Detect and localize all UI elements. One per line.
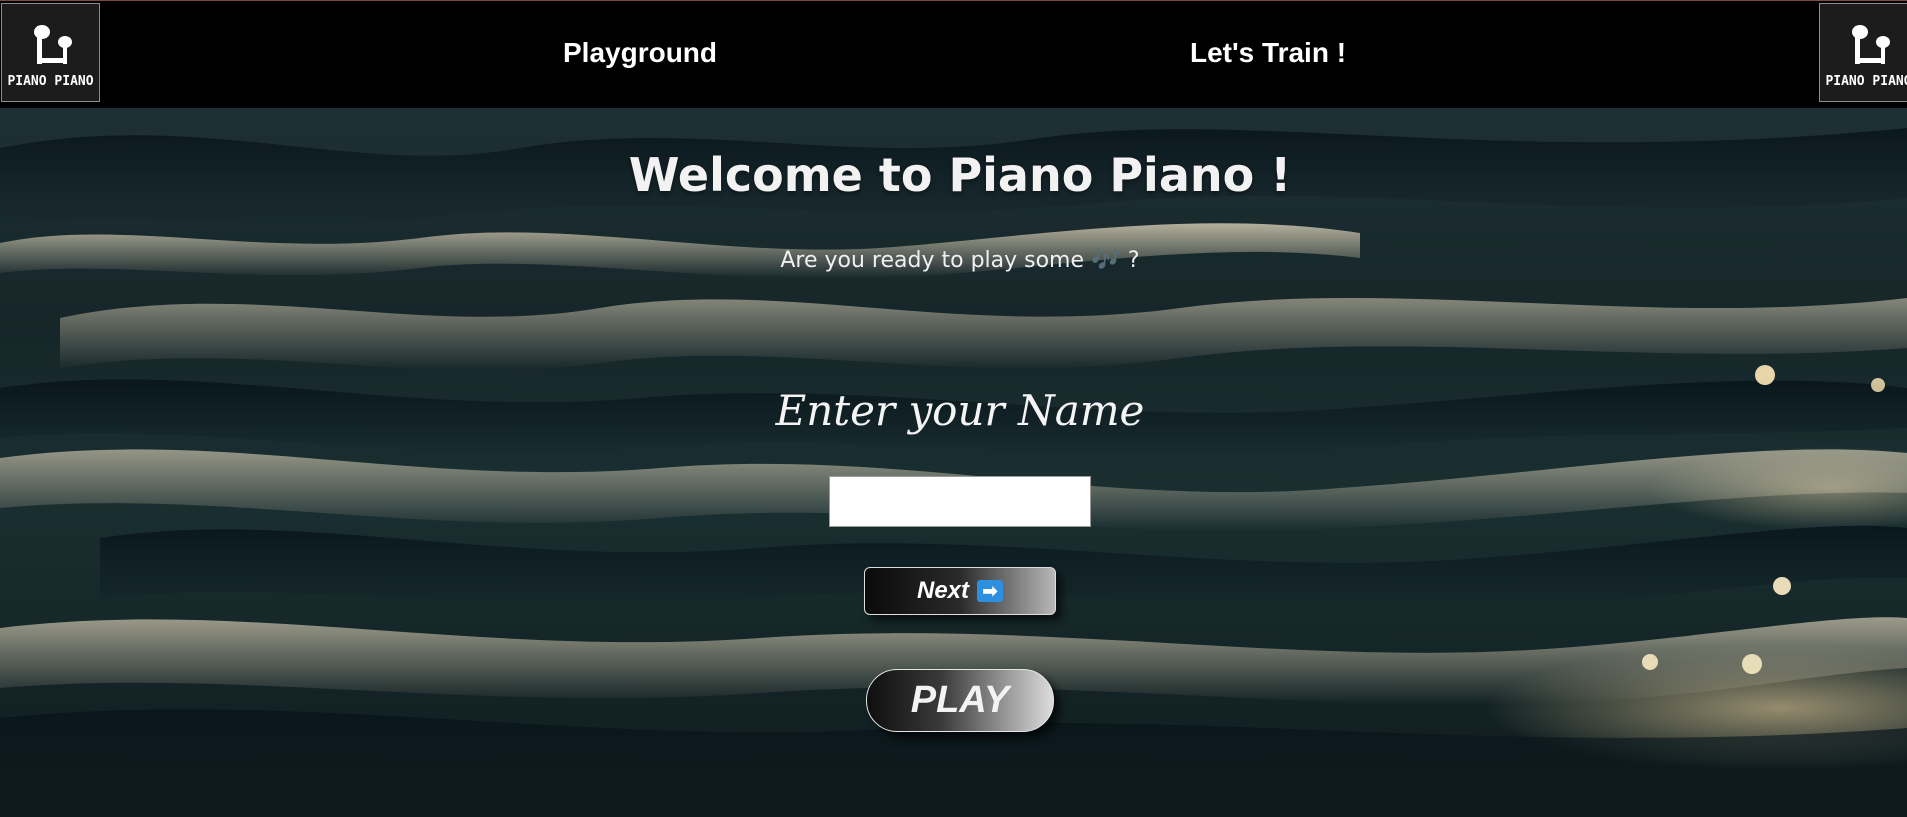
logo-right[interactable]: PIANO PIANO (1819, 3, 1907, 102)
next-button[interactable]: Next ➡ (864, 567, 1056, 615)
top-navbar: PIANO PIANO Playground Let's Train ! PIA… (0, 0, 1907, 108)
music-note-icon (33, 25, 72, 64)
name-label: Enter your Name (775, 386, 1145, 435)
play-button[interactable]: PLAY (866, 669, 1054, 732)
page: PIANO PIANO Playground Let's Train ! PIA… (0, 0, 1907, 817)
logo-text: PIANO PIANO (1825, 74, 1907, 89)
page-title: Welcome to Piano Piano ! (628, 148, 1292, 202)
next-button-label: Next (916, 577, 970, 604)
nav-link-playground[interactable]: Playground (563, 37, 717, 69)
play-button-label: PLAY (910, 679, 1010, 721)
logo-left[interactable]: PIANO PIANO (1, 3, 100, 102)
nav-link-lets-train[interactable]: Let's Train ! (1190, 37, 1346, 69)
subtitle: Are you ready to play some 🎶 ? (0, 245, 1907, 273)
name-input[interactable] (829, 476, 1091, 527)
subtitle-text: Are you ready to play some (780, 248, 1085, 273)
logo-text: PIANO PIANO (7, 74, 94, 89)
music-notes-icon: 🎶 (1091, 245, 1121, 273)
arrow-right-icon: ➡ (977, 580, 1004, 602)
subtitle-end: ? (1127, 248, 1140, 273)
music-note-icon (1851, 25, 1890, 64)
